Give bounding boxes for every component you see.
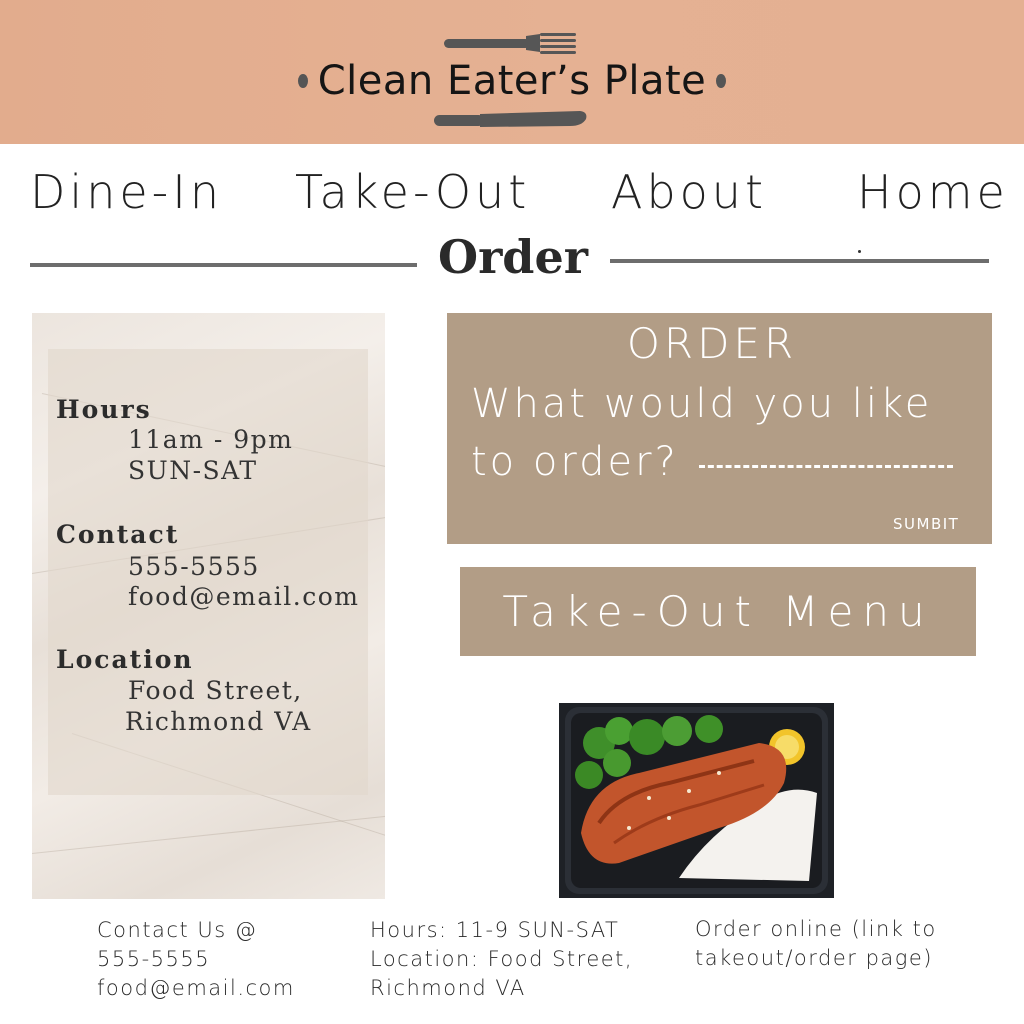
location-label: Location bbox=[56, 645, 194, 674]
takeout-menu-button[interactable]: Take-Out Menu bbox=[460, 567, 976, 656]
footer-contact-phone: 555-5555 bbox=[97, 947, 211, 971]
divider-left bbox=[30, 263, 417, 267]
order-question-line1: What would you like bbox=[471, 381, 933, 427]
footer-location-city: Richmond VA bbox=[370, 976, 526, 1000]
paper-crease bbox=[32, 814, 385, 854]
info-card: Hours 11am - 9pm SUN-SAT Contact 555-555… bbox=[32, 313, 385, 899]
fork-icon bbox=[444, 33, 576, 54]
location-street: Food Street, bbox=[128, 676, 303, 705]
location-city: Richmond VA bbox=[125, 707, 312, 736]
site-header: Clean Eater’s Plate bbox=[0, 0, 1024, 144]
logo-dot-right bbox=[716, 74, 726, 88]
knife-icon bbox=[434, 111, 587, 127]
footer-location: Location: Food Street, bbox=[370, 947, 634, 971]
footer-order-online-link[interactable]: Order online (link to takeout/order page… bbox=[695, 915, 937, 973]
salmon-meal-photo bbox=[559, 703, 834, 898]
order-question: What would you like to order? bbox=[471, 375, 971, 491]
hours-days: SUN-SAT bbox=[128, 456, 258, 485]
contact-email: food@email.com bbox=[128, 582, 360, 611]
order-input[interactable] bbox=[699, 465, 953, 468]
hours-time: 11am - 9pm bbox=[128, 425, 294, 454]
footer-order-line1: Order online (link to bbox=[695, 917, 937, 941]
contact-phone: 555-5555 bbox=[128, 552, 260, 581]
takeout-menu-label: Take-Out Menu bbox=[502, 587, 934, 636]
nav-about[interactable]: About bbox=[611, 162, 767, 222]
page-title: Order bbox=[438, 230, 588, 284]
logo-dot-left bbox=[298, 74, 308, 88]
site-title: Clean Eater’s Plate bbox=[317, 58, 707, 104]
nav-dine-in[interactable]: Dine-In bbox=[30, 162, 223, 222]
nav-home[interactable]: Home bbox=[857, 162, 1009, 222]
submit-button[interactable]: SUMBIT bbox=[893, 515, 959, 533]
divider-right bbox=[610, 259, 989, 263]
footer-hours-location: Hours: 11-9 SUN-SAT Location: Food Stree… bbox=[370, 916, 633, 1003]
hours-label: Hours bbox=[56, 395, 152, 424]
footer-contact: Contact Us @ 555-5555 food@email.com bbox=[97, 916, 295, 1003]
site-logo[interactable]: Clean Eater’s Plate bbox=[298, 56, 726, 106]
contact-label: Contact bbox=[56, 520, 180, 549]
footer-contact-line: Contact Us @ bbox=[97, 918, 258, 942]
divider-dot bbox=[858, 250, 861, 253]
order-form: ORDER What would you like to order? SUMB… bbox=[447, 313, 992, 544]
footer-hours: Hours: 11-9 SUN-SAT bbox=[370, 918, 620, 942]
order-heading: ORDER bbox=[626, 319, 798, 368]
nav-take-out[interactable]: Take-Out bbox=[295, 162, 530, 222]
footer-contact-email: food@email.com bbox=[97, 976, 295, 1000]
order-question-line2: to order? bbox=[471, 439, 679, 485]
footer-order-line2: takeout/order page) bbox=[695, 946, 933, 970]
